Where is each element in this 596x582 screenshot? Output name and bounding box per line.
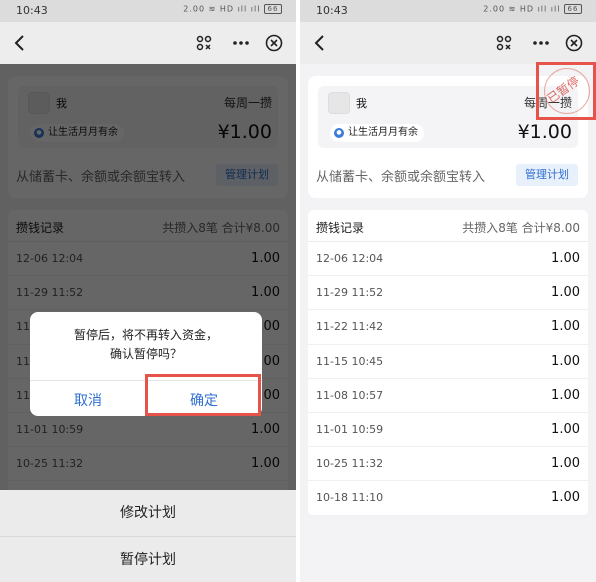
record-date: 10-25 11:32 bbox=[316, 457, 384, 471]
plan-source: 从储蓄卡、余额或余额宝转入 bbox=[316, 170, 486, 185]
back-icon[interactable] bbox=[312, 34, 328, 52]
record-amount: 1.00 bbox=[551, 421, 580, 437]
record-row[interactable]: 11-08 10:57 1.00 bbox=[308, 379, 588, 413]
plan-amount: ¥1.00 bbox=[517, 121, 572, 143]
record-date: 11-22 11:42 bbox=[316, 320, 384, 334]
avatar bbox=[328, 92, 350, 114]
record-date: 11-15 10:45 bbox=[316, 354, 384, 368]
record-row[interactable]: 11-01 10:59 1.00 bbox=[308, 413, 588, 448]
records-title: 攒钱记录 bbox=[316, 221, 365, 235]
record-amount: 1.00 bbox=[551, 490, 580, 506]
record-amount: 1.00 bbox=[551, 285, 580, 301]
plan-content: 我 每周一攒 ●让生活月月有余 ¥1.00 从储蓄卡、余额或余额宝转入 管理计划… bbox=[300, 64, 596, 582]
more-icon[interactable] bbox=[232, 35, 250, 51]
right-screen: 10:43 2.00 ≋ HD ıll ıll 66 我 每周一攒 ● 让生活月月… bbox=[300, 0, 596, 582]
scan-icon[interactable] bbox=[196, 35, 212, 51]
status-indicators: 2.00 ≋ HD ıll ıll bbox=[483, 4, 561, 14]
action-sheet: 修改计划 暂停计划 bbox=[0, 490, 296, 582]
battery-icon: 66 bbox=[564, 4, 582, 14]
status-indicators: 2.00 ≋ HD ıll ıll bbox=[183, 4, 261, 14]
record-row[interactable]: 11-22 11:42 1.00 bbox=[308, 310, 588, 345]
dialog-message-line1: 暂停后，将不再转入资金， bbox=[73, 328, 218, 342]
record-row[interactable]: 11-29 11:52 1.00 bbox=[308, 276, 588, 311]
record-amount: 1.00 bbox=[551, 251, 580, 266]
record-amount: 1.00 bbox=[551, 353, 580, 369]
record-amount: 1.00 bbox=[551, 319, 580, 335]
paused-stamp: 已暂停 bbox=[536, 62, 596, 120]
status-icons: 2.00 ≋ HD ıll ıll 66 bbox=[183, 4, 282, 14]
record-row[interactable]: 10-18 11:10 1.00 bbox=[308, 481, 588, 516]
plan-tag-label: 让生活月月有余 bbox=[348, 127, 418, 138]
status-bar: 10:43 2.00 ≋ HD ıll ıll 66 bbox=[300, 0, 596, 22]
plan-tag: ● 让生活月月有余 bbox=[330, 124, 424, 142]
record-date: 11-29 11:52 bbox=[316, 286, 384, 300]
record-row[interactable]: 10-25 11:32 1.00 bbox=[308, 447, 588, 482]
cat-logo-icon: ● bbox=[334, 128, 344, 138]
close-icon[interactable] bbox=[565, 34, 583, 52]
record-amount: 1.00 bbox=[551, 456, 580, 472]
more-icon[interactable] bbox=[532, 35, 550, 51]
status-bar: 10:43 2.00 ≋ HD ıll ıll 66 bbox=[0, 0, 296, 22]
close-icon[interactable] bbox=[265, 34, 283, 52]
manage-plan-button[interactable]: 管理计划 bbox=[516, 164, 578, 186]
scan-icon[interactable] bbox=[496, 35, 512, 51]
dialog-message-line2: 确认暂停吗？ bbox=[109, 347, 182, 361]
nav-bar bbox=[300, 22, 596, 64]
nav-bar bbox=[0, 22, 296, 64]
record-date: 11-08 10:57 bbox=[316, 388, 384, 402]
record-date: 12-06 12:04 bbox=[316, 252, 384, 265]
record-row[interactable]: 11-15 10:45 1.00 bbox=[308, 345, 588, 379]
battery-icon: 66 bbox=[264, 4, 282, 14]
records-summary: 共攒入8笔 合计¥8.00 bbox=[462, 221, 580, 235]
sheet-item-pause-plan[interactable]: 暂停计划 bbox=[0, 536, 296, 582]
record-date: 11-01 10:59 bbox=[316, 422, 384, 436]
record-date: 10-18 11:10 bbox=[316, 491, 384, 505]
confirm-highlight-box bbox=[145, 374, 261, 416]
user-name: 我 bbox=[356, 97, 367, 110]
back-icon[interactable] bbox=[12, 34, 28, 52]
cancel-button[interactable]: 取消 bbox=[30, 390, 146, 410]
left-screen: 10:43 2.00 ≋ HD ıll ıll 66 我 每周一攒 ●让生活月月… bbox=[0, 0, 296, 582]
sheet-item-modify-plan[interactable]: 修改计划 bbox=[0, 490, 296, 536]
status-time: 10:43 bbox=[16, 4, 48, 17]
records-panel: 攒钱记录 共攒入8笔 合计¥8.00 12-06 12:04 1.00 11-29… bbox=[308, 210, 588, 516]
records-header: 攒钱记录 共攒入8笔 合计¥8.00 bbox=[308, 210, 588, 242]
status-icons: 2.00 ≋ HD ıll ıll 66 bbox=[483, 4, 582, 14]
record-amount: 1.00 bbox=[551, 387, 580, 403]
status-time: 10:43 bbox=[316, 4, 348, 17]
record-row[interactable]: 12-06 12:04 1.00 bbox=[308, 242, 588, 277]
